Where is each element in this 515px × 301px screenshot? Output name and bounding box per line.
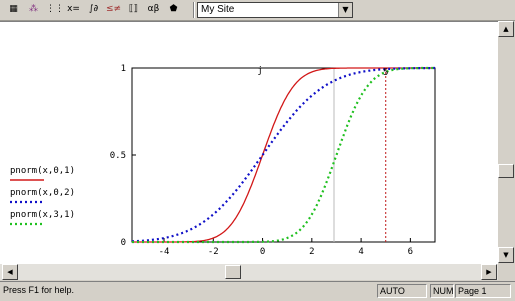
horizontal-scrollbar[interactable]: ◀ ▶ — [0, 264, 498, 280]
x-tick-label: -2 — [208, 247, 219, 257]
marker-label: 5 — [383, 68, 388, 78]
legend-label: pnorm(x,0,2) — [10, 188, 75, 198]
evaluation-icon[interactable]: x= — [66, 2, 81, 17]
scroll-up-icon[interactable]: ▲ — [498, 21, 514, 37]
scroll-right-icon[interactable]: ▶ — [481, 264, 497, 280]
legend: pnorm(x,0,1) pnorm(x,0,2) pnorm(x,3,1) — [10, 166, 75, 226]
calculus-icon[interactable]: ∫∂ — [86, 2, 101, 17]
plot-frame — [131, 67, 436, 243]
boolean-icon[interactable]: ≤≠ — [106, 2, 121, 17]
num-indicator: NUM — [430, 284, 454, 298]
chevron-down-icon[interactable]: ▼ — [338, 3, 352, 17]
x-tick-label: -4 — [159, 247, 170, 257]
top-label: j — [257, 66, 262, 76]
matrix-icon[interactable]: ⋮⋮ — [46, 2, 64, 17]
status-bar: Press F1 for help. AUTO NUM Page 1 — [0, 281, 515, 301]
math-toolbar: ▦ ⁂ ⋮⋮ x= ∫∂ ≤≠ ⟦⟧ αβ ⬟ My Site ▼ — [0, 0, 515, 21]
legend-label: pnorm(x,3,1) — [10, 210, 75, 220]
help-text: Press F1 for help. — [3, 285, 75, 295]
scroll-left-icon[interactable]: ◀ — [2, 264, 18, 280]
symbolic-icon[interactable]: ⬟ — [166, 2, 181, 17]
calculator-icon[interactable]: ▦ — [6, 2, 21, 17]
y-tick-label: 1 — [121, 64, 126, 74]
greek-icon[interactable]: αβ — [146, 2, 161, 17]
x-tick-label: 0 — [260, 247, 265, 257]
vertical-scrollbar[interactable]: ▲ ▼ — [498, 21, 515, 264]
x-tick-label: 2 — [309, 247, 314, 257]
x-tick-label: 4 — [358, 247, 363, 257]
toolbar-separator — [193, 2, 195, 18]
graph-region[interactable]: pnorm(x,0,1) pnorm(x,0,2) pnorm(x,3,1) 0 0.… — [0, 22, 498, 264]
horizontal-scroll-thumb[interactable] — [225, 265, 241, 279]
mode-indicator: AUTO — [377, 284, 427, 298]
y-tick-label: 0 — [121, 238, 126, 248]
x-tick-label: 6 — [408, 247, 413, 257]
style-combo-value: My Site — [201, 4, 235, 15]
worksheet[interactable]: pnorm(x,0,1) pnorm(x,0,2) pnorm(x,3,1) 0 0.… — [0, 21, 498, 264]
legend-label: pnorm(x,0,1) — [10, 166, 75, 176]
programming-icon[interactable]: ⟦⟧ — [126, 2, 141, 17]
vertical-scroll-thumb[interactable] — [498, 164, 514, 178]
page-indicator: Page 1 — [455, 284, 511, 298]
scroll-down-icon[interactable]: ▼ — [498, 247, 514, 263]
style-combo[interactable]: My Site ▼ — [197, 2, 353, 18]
y-tick-label: 0.5 — [110, 151, 126, 161]
graph-icon[interactable]: ⁂ — [26, 2, 41, 17]
